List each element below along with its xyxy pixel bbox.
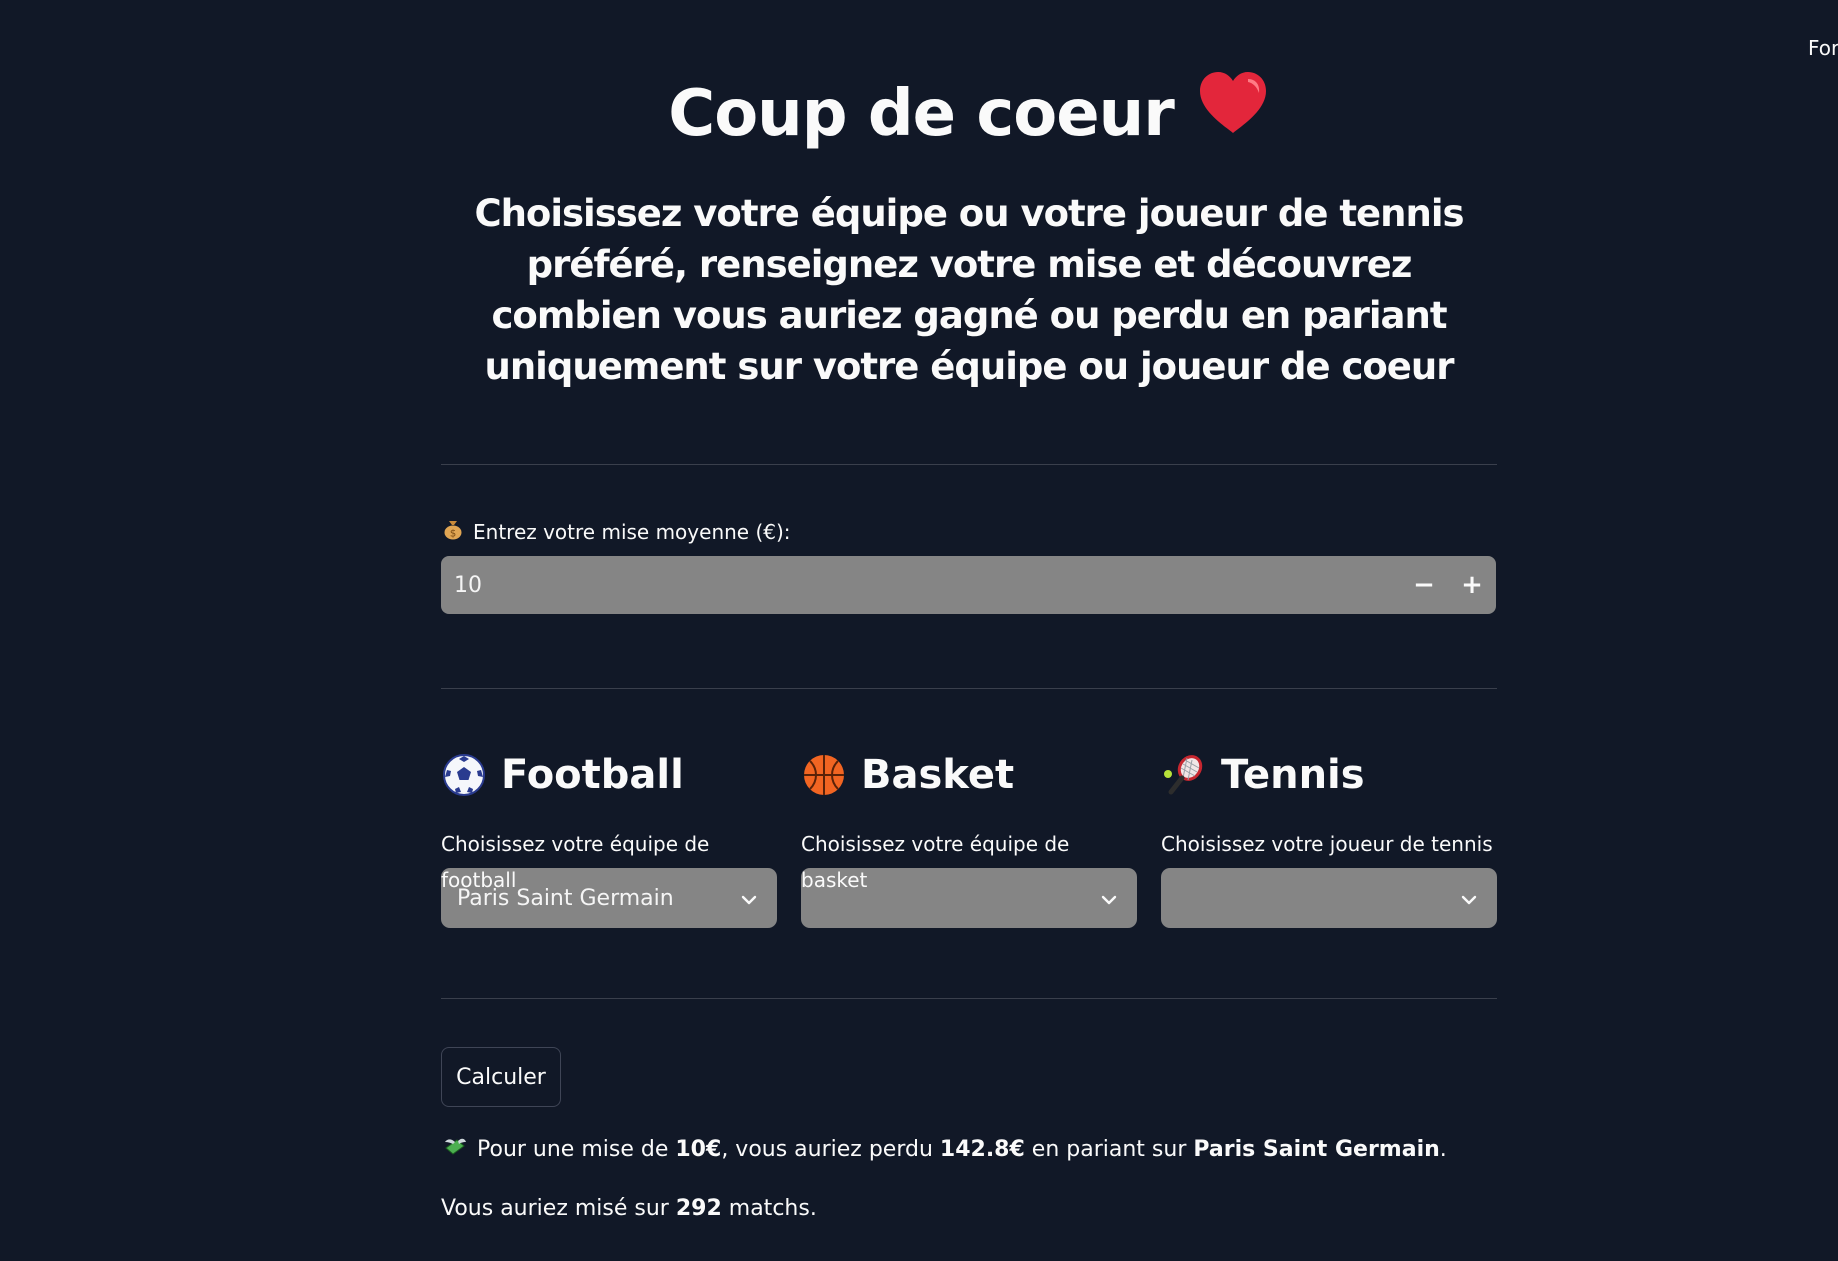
result-suffix: . <box>1439 1136 1447 1162</box>
matches-count: 292 <box>675 1196 722 1221</box>
tennis-racket-icon <box>1161 752 1207 798</box>
football-title: Football <box>501 752 684 798</box>
football-select-label: Choisissez votre équipe de football <box>441 832 710 892</box>
result-amount: 142.8€ <box>939 1136 1025 1162</box>
tennis-column: Tennis Choisissez votre joueur de tennis <box>1161 746 1497 928</box>
matches-summary: Vous auriez misé sur 292 matchs. <box>441 1196 817 1221</box>
football-selected-value: Paris Saint Germain <box>457 885 674 911</box>
corner-text: For <box>1808 36 1838 60</box>
divider <box>441 464 1497 465</box>
result-prefix: Pour une mise de <box>477 1136 676 1162</box>
tennis-title: Tennis <box>1221 752 1365 798</box>
basketball-icon <box>801 752 847 798</box>
stake-label: $ Entrez votre mise moyenne (€): <box>443 518 791 545</box>
page-title-text: Coup de coeur <box>668 77 1175 151</box>
heart-icon <box>1196 69 1270 156</box>
tennis-select-label: Choisissez votre joueur de tennis <box>1161 832 1493 856</box>
matches-prefix: Vous auriez misé sur <box>441 1196 676 1221</box>
result-stake: 10€ <box>675 1136 722 1162</box>
tennis-player-select[interactable] <box>1161 868 1497 928</box>
increment-button[interactable]: + <box>1448 556 1496 614</box>
basket-title: Basket <box>861 752 1015 798</box>
stake-label-text: Entrez votre mise moyenne (€): <box>473 519 791 544</box>
basket-select-label: Choisissez votre équipe de basket <box>801 832 1070 892</box>
basket-heading: Basket <box>801 746 1137 804</box>
soccer-ball-icon <box>441 752 487 798</box>
result-text: Pour une mise de 10€, vous auriez perdu … <box>477 1137 1447 1162</box>
football-heading: Football <box>441 746 777 804</box>
divider <box>441 688 1497 689</box>
result-middle2: en pariant sur <box>1024 1136 1194 1162</box>
money-with-wings-icon <box>443 1134 467 1164</box>
chevron-down-icon <box>1101 886 1117 911</box>
result-message: Pour une mise de 10€, vous auriez perdu … <box>443 1134 1447 1164</box>
chevron-down-icon <box>1461 886 1477 911</box>
stake-input[interactable]: 10 − + <box>441 556 1496 614</box>
tennis-heading: Tennis <box>1161 746 1497 804</box>
page-subtitle: Choisissez votre équipe ou votre joueur … <box>474 192 1464 388</box>
result-middle: , vous auriez perdu <box>721 1136 940 1162</box>
page-title: Coup de coeur <box>441 69 1497 156</box>
result-team: Paris Saint Germain <box>1193 1136 1440 1162</box>
decrement-button[interactable]: − <box>1400 556 1448 614</box>
money-bag-icon: $ <box>443 518 463 545</box>
divider <box>441 998 1497 999</box>
stake-value[interactable]: 10 <box>441 573 1400 598</box>
svg-text:$: $ <box>450 529 456 540</box>
calculate-button[interactable]: Calculer <box>441 1047 561 1107</box>
basket-column: Basket Choisissez votre équipe de basket <box>801 746 1137 928</box>
chevron-down-icon <box>741 886 757 911</box>
matches-suffix: matchs. <box>721 1196 817 1221</box>
football-column: Football Choisissez votre équipe de foot… <box>441 746 777 928</box>
